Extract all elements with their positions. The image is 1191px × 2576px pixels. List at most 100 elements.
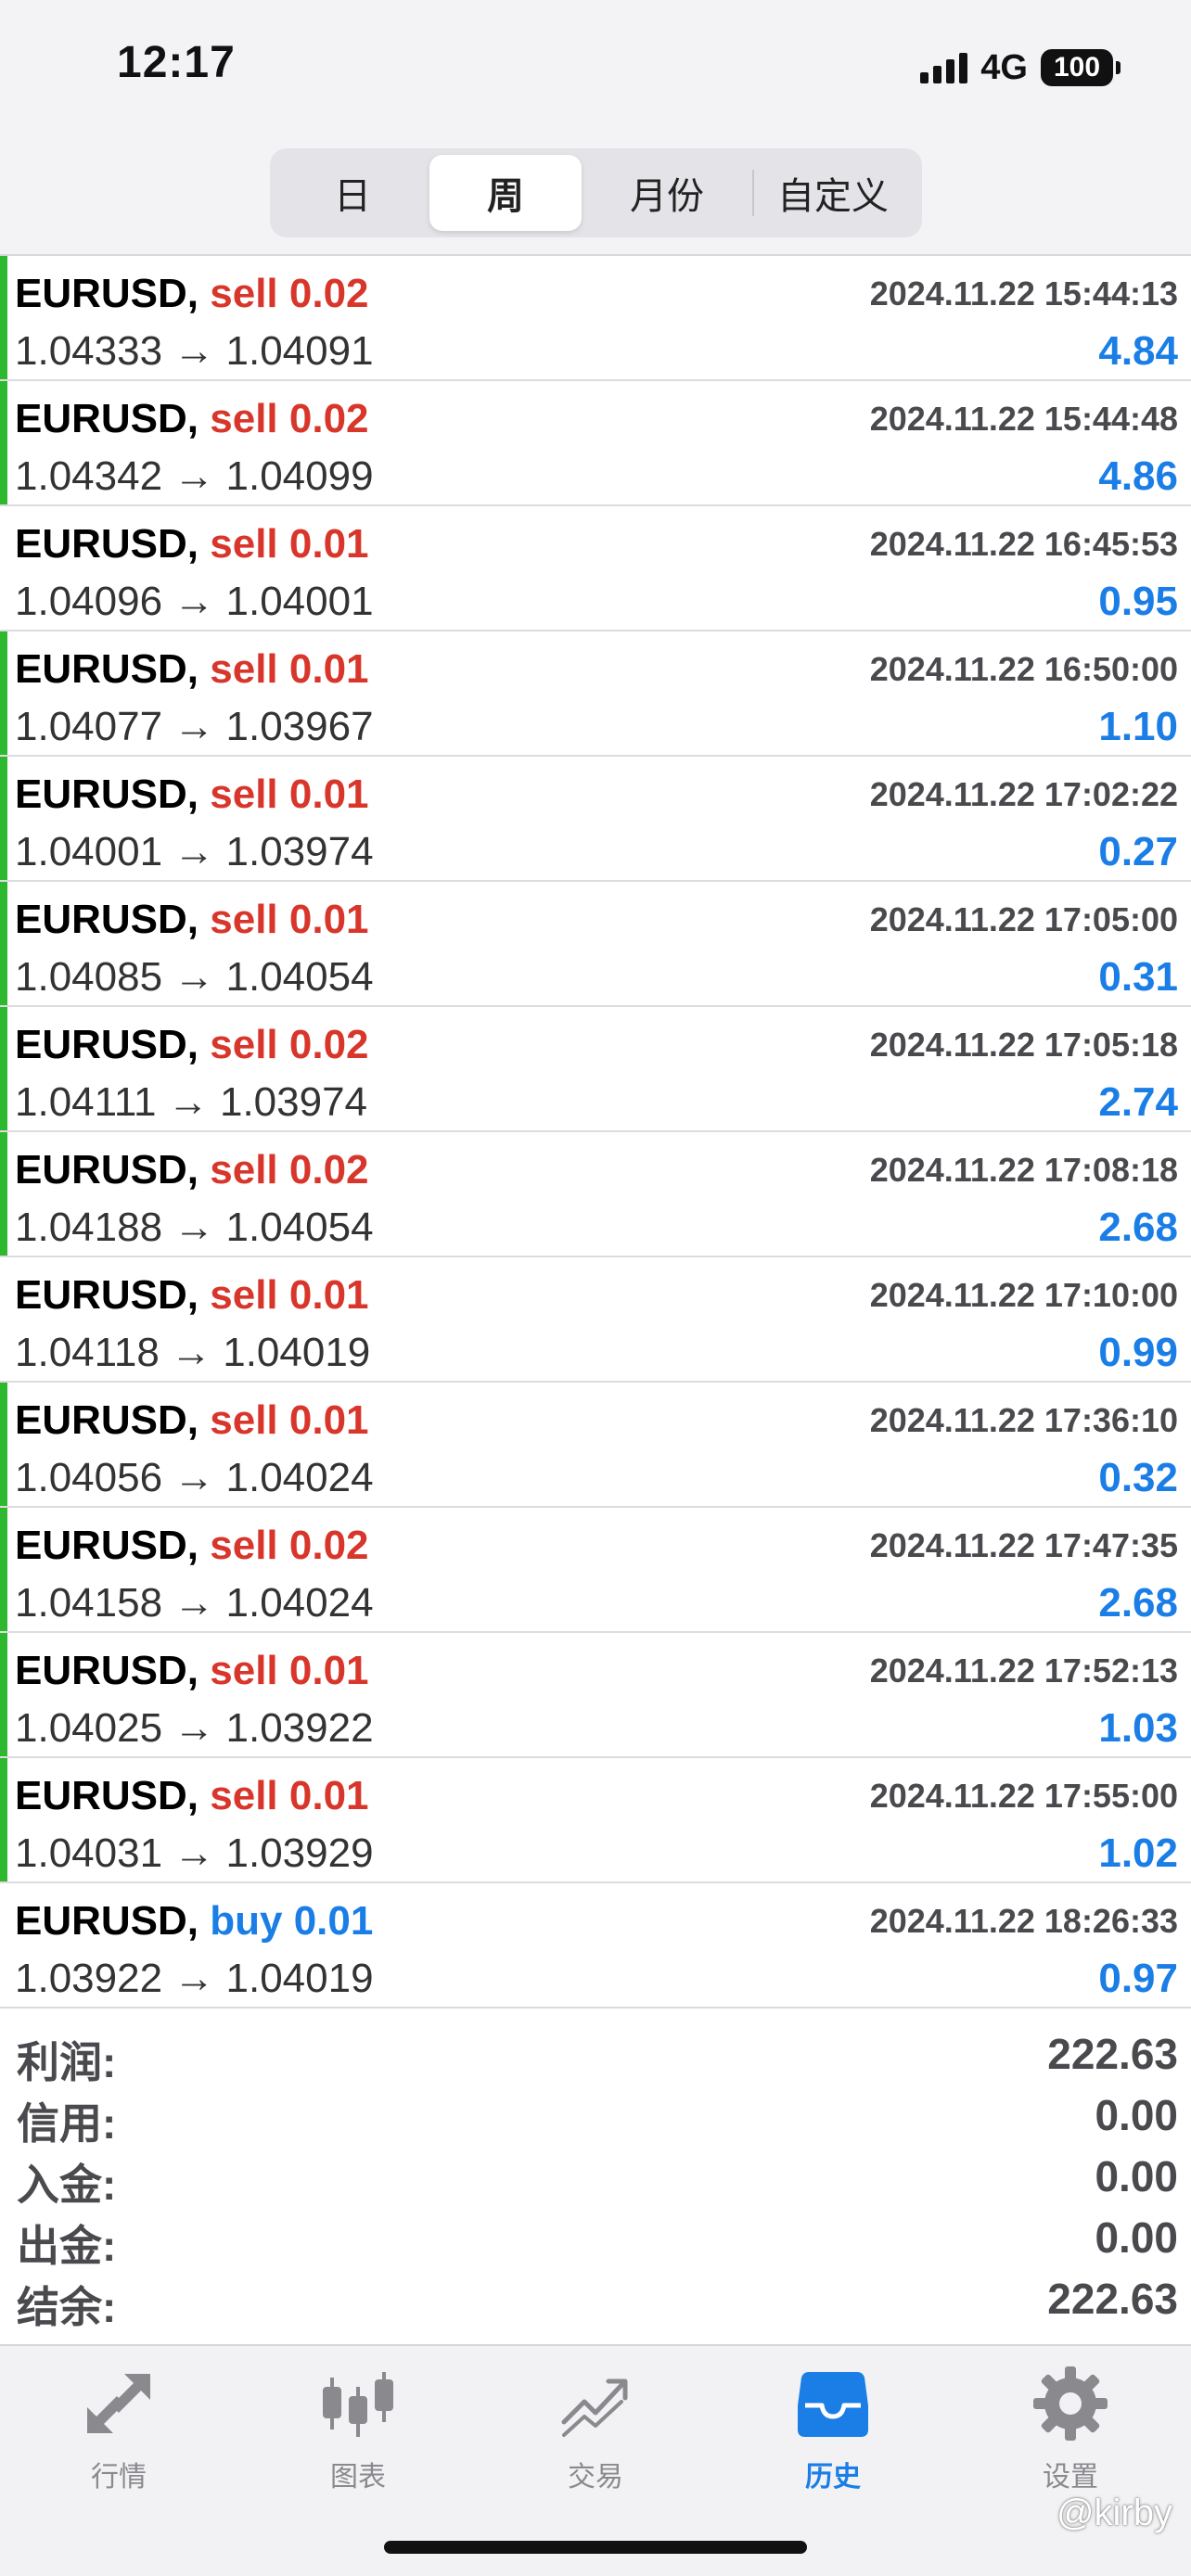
- trade-symbol: EURUSD,: [15, 897, 199, 942]
- trade-symbol-line: EURUSD, sell 0.02: [15, 1147, 369, 1193]
- trade-symbol: EURUSD,: [15, 1397, 199, 1443]
- trade-symbol: EURUSD,: [15, 396, 199, 441]
- trade-time: 2024.11.22 17:05:18: [869, 1026, 1178, 1064]
- history-inbox-icon: [798, 2372, 868, 2437]
- trade-prices: 1.04056 → 1.04024: [15, 1455, 374, 1500]
- trade-row[interactable]: EURUSD, sell 0.01 2024.11.22 17:10:00 1.04…: [0, 1257, 1191, 1383]
- trade-time: 2024.11.22 17:02:22: [869, 775, 1178, 813]
- trade-side-volume: sell 0.01: [210, 1648, 369, 1693]
- trade-profit: 0.99: [1098, 1330, 1178, 1375]
- tab-history[interactable]: 历史: [749, 2365, 916, 2494]
- trade-row[interactable]: EURUSD, sell 0.01 2024.11.22 17:52:13 1.04…: [0, 1633, 1191, 1758]
- summary-row-balance: 结余: 222.63: [0, 2268, 1191, 2331]
- trade-time: 2024.11.22 18:26:33: [869, 1902, 1178, 1940]
- trade-row[interactable]: EURUSD, buy 0.01 2024.11.22 18:26:33 1.039…: [0, 1883, 1191, 2009]
- trade-row[interactable]: EURUSD, sell 0.01 2024.11.22 17:02:22 1.04…: [0, 757, 1191, 882]
- tab-label: 设置: [1043, 2462, 1098, 2493]
- trade-profit: 0.31: [1098, 954, 1178, 1000]
- trade-status-bar: [0, 381, 7, 504]
- candlestick-chart-icon: [323, 2372, 393, 2437]
- trade-row[interactable]: EURUSD, sell 0.01 2024.11.22 17:36:10 1.04…: [0, 1383, 1191, 1508]
- trade-status-bar: [0, 757, 7, 880]
- trade-symbol-line: EURUSD, sell 0.01: [15, 521, 369, 567]
- trade-prices: 1.04096 → 1.04001: [15, 579, 374, 624]
- tab-charts[interactable]: 图表: [275, 2365, 442, 2494]
- trade-side-volume: sell 0.02: [210, 1147, 369, 1192]
- trade-row[interactable]: EURUSD, sell 0.01 2024.11.22 17:55:00 1.04…: [0, 1758, 1191, 1883]
- period-tab-week[interactable]: 周: [429, 155, 582, 231]
- trade-symbol: EURUSD,: [15, 1147, 199, 1192]
- gear-icon: [1033, 2366, 1108, 2441]
- trade-time: 2024.11.22 17:08:18: [869, 1151, 1178, 1189]
- trade-status-bar: [0, 1508, 7, 1631]
- trade-prices: 1.04118 → 1.04019: [15, 1330, 371, 1375]
- home-indicator[interactable]: [384, 2541, 807, 2554]
- summary-value: 0.00: [1095, 2152, 1178, 2200]
- trade-profit: 0.95: [1098, 579, 1178, 624]
- period-tab-day[interactable]: 日: [275, 155, 429, 231]
- trade-symbol: EURUSD,: [15, 646, 199, 692]
- trade-time: 2024.11.22 15:44:48: [869, 400, 1178, 438]
- trade-row[interactable]: EURUSD, sell 0.02 2024.11.22 15:44:13 1.04…: [0, 256, 1191, 381]
- summary-row-credit: 信用: 0.00: [0, 2085, 1191, 2148]
- trade-status-bar: [0, 256, 7, 379]
- tab-label: 图表: [330, 2462, 386, 2493]
- trade-side-volume: sell 0.02: [210, 1022, 369, 1067]
- summary-value: 222.63: [1047, 2030, 1178, 2078]
- trade-symbol-line: EURUSD, sell 0.01: [15, 1773, 369, 1819]
- trade-prices: 1.04025 → 1.03922: [15, 1705, 374, 1751]
- trade-time: 2024.11.22 17:47:35: [869, 1526, 1178, 1564]
- summary-label: 入金:: [17, 2161, 117, 2209]
- summary-value: 0.00: [1095, 2091, 1178, 2139]
- trade-symbol-line: EURUSD, sell 0.02: [15, 396, 369, 442]
- trade-profit: 4.84: [1098, 328, 1178, 374]
- trade-prices: 1.03922 → 1.04019: [15, 1956, 374, 2001]
- trade-row[interactable]: EURUSD, sell 0.02 2024.11.22 17:05:18 1.04…: [0, 1007, 1191, 1132]
- trade-symbol: EURUSD,: [15, 1773, 199, 1818]
- trade-status-bar: [0, 1007, 7, 1130]
- period-tab-custom[interactable]: 自定义: [754, 155, 912, 231]
- summary-label: 出金:: [17, 2222, 117, 2270]
- quotes-arrows-icon: [87, 2374, 150, 2433]
- trade-chart-icon: [561, 2378, 628, 2437]
- summary-label: 信用:: [17, 2099, 117, 2148]
- trade-profit: 1.10: [1098, 704, 1178, 749]
- trade-time: 2024.11.22 16:45:53: [869, 525, 1178, 563]
- network-label: 4G: [980, 47, 1028, 87]
- trade-prices: 1.04342 → 1.04099: [15, 453, 374, 499]
- trade-time: 2024.11.22 16:50:00: [869, 650, 1178, 688]
- trade-symbol: EURUSD,: [15, 1272, 199, 1318]
- trade-profit: 0.97: [1098, 1956, 1178, 2001]
- trade-profit: 2.68: [1098, 1205, 1178, 1250]
- summary-value: 222.63: [1047, 2275, 1178, 2323]
- trade-prices: 1.04077 → 1.03967: [15, 704, 374, 749]
- trade-symbol: EURUSD,: [15, 271, 199, 316]
- trade-profit: 2.68: [1098, 1580, 1178, 1626]
- trade-row[interactable]: EURUSD, sell 0.01 2024.11.22 16:50:00 1.04…: [0, 631, 1191, 757]
- trade-profit: 0.27: [1098, 829, 1178, 874]
- trade-row[interactable]: EURUSD, sell 0.01 2024.11.22 16:45:53 1.04…: [0, 506, 1191, 631]
- trade-row[interactable]: EURUSD, sell 0.02 2024.11.22 17:47:35 1.04…: [0, 1508, 1191, 1633]
- account-summary: 利润: 222.63 信用: 0.00 入金: 0.00 出金: 0.00 结余…: [0, 2012, 1191, 2344]
- tab-label: 交易: [568, 2462, 623, 2493]
- trade-status-bar: [0, 631, 7, 755]
- summary-row-profit: 利润: 222.63: [0, 2023, 1191, 2086]
- trade-status-bar: [0, 1383, 7, 1506]
- trade-status-bar: [0, 1132, 7, 1256]
- tab-settings[interactable]: 设置: [987, 2365, 1154, 2494]
- tab-quotes[interactable]: 行情: [35, 2365, 202, 2494]
- trade-side-volume: sell 0.02: [210, 271, 369, 316]
- trade-row[interactable]: EURUSD, sell 0.02 2024.11.22 17:08:18 1.04…: [0, 1132, 1191, 1257]
- trade-profit: 2.74: [1098, 1079, 1178, 1125]
- trade-symbol-line: EURUSD, buy 0.01: [15, 1898, 373, 1945]
- trade-row[interactable]: EURUSD, sell 0.01 2024.11.22 17:05:00 1.04…: [0, 882, 1191, 1007]
- period-tab-month[interactable]: 月份: [582, 155, 752, 231]
- tab-trade[interactable]: 交易: [512, 2365, 679, 2494]
- trade-symbol-line: EURUSD, sell 0.02: [15, 1523, 369, 1569]
- trade-time: 2024.11.22 17:55:00: [869, 1777, 1178, 1815]
- trade-side-volume: sell 0.01: [210, 1397, 369, 1443]
- trade-symbol: EURUSD,: [15, 1523, 199, 1568]
- trade-symbol-line: EURUSD, sell 0.02: [15, 271, 369, 317]
- trade-symbol-line: EURUSD, sell 0.01: [15, 897, 369, 943]
- trade-row[interactable]: EURUSD, sell 0.02 2024.11.22 15:44:48 1.04…: [0, 381, 1191, 506]
